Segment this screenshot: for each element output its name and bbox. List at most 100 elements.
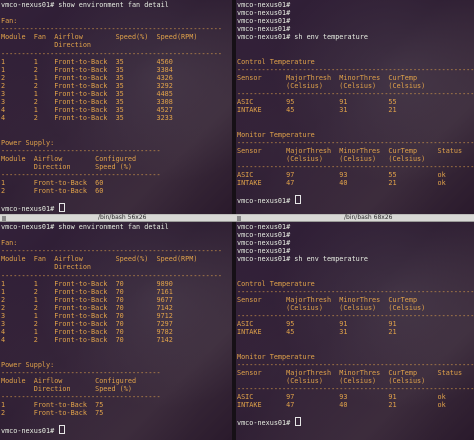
terminal-line: 1 1 Front-to-Back 35 4560 [1,57,173,66]
terminal-line: ----------------------------------------… [1,25,222,34]
terminal-line: (Celsius) (Celsius) (Celsius) [237,303,426,312]
terminal-line: Module Airflow Configured [1,154,137,163]
terminal-output: vmco-nexus01# vmco-nexus01# vmco-nexus01# v… [237,1,474,214]
terminal-line: 3 1 Front-to-Back 35 4485 [1,90,173,99]
terminal-line: vmco-nexus01# [1,425,232,435]
terminal-line: 1 2 Front-to-Back 35 3384 [1,65,173,74]
terminal-line: vmco-nexus01# show environment fan detai… [1,223,169,231]
terminal-line: Direction Speed (%) [1,384,132,393]
terminal-cursor [295,195,302,205]
terminal-pane-top-right[interactable]: vmco-nexus01# vmco-nexus01# vmco-nexus01# v… [236,0,474,214]
terminal-line: vmco-nexus01# [237,231,291,240]
terminal-pane-bottom-right[interactable]: vmco-nexus01# vmco-nexus01# vmco-nexus01# v… [236,222,474,440]
terminal-line: 4 2 Front-to-Back 35 3233 [1,114,173,123]
terminal-line: 4 2 Front-to-Back 70 7142 [1,336,173,345]
terminal-line: vmco-nexus01# sh env temperature [237,33,368,42]
terminal-line: ----------------------------------------… [237,162,474,171]
terminal-line: --------------------------------------- [1,146,161,155]
terminal-line: vmco-nexus01# sh env temperature [237,255,368,264]
terminal-line: 2 1 Front-to-Back 35 4326 [1,73,173,82]
terminal-line: ----------------------------------------… [237,65,474,74]
terminal-line: (Celsius) (Celsius) (Celsius) [237,376,426,385]
pane-title-bar[interactable]: /bin/bash 56x26 /bin/bash 68x26 [0,214,474,222]
terminal-line: ----------------------------------------… [237,360,474,369]
terminal-line: Sensor MajorThresh MinorThres CurTemp St… [237,368,463,377]
terminal-line: 1 1 Front-to-Back 70 9890 [1,279,173,288]
terminal-line: vmco-nexus01# [237,1,291,9]
terminal-line: Power Supply: [1,360,55,369]
terminal-cursor [59,425,66,435]
terminal-line: ----------------------------------------… [237,90,474,99]
terminal-line: 2 2 Front-to-Back 35 3292 [1,81,173,90]
terminal-line: ----------------------------------------… [1,49,222,58]
terminal-line: 2 Front-to-Back 60 [1,187,104,196]
terminal-line: vmco-nexus01# [237,17,291,26]
terminal-line: Sensor MajorThresh MinorThres CurTemp St… [237,146,463,155]
terminal-output: vmco-nexus01# vmco-nexus01# vmco-nexus01# v… [237,223,474,440]
terminal-line: Fan: [1,17,18,26]
terminal-cursor [295,417,302,427]
terminal-output: vmco-nexus01# show environment fan detai… [1,1,232,214]
terminal-line: vmco-nexus01# [237,25,291,34]
terminal-line: 3 2 Front-to-Back 70 7297 [1,320,173,329]
terminal-line: 1 2 Front-to-Back 70 7161 [1,287,173,296]
terminal-line: Monitor Temperature [237,130,315,139]
terminal-line: INTAKE 45 31 21 [237,106,397,115]
terminal-line: 4 1 Front-to-Back 35 4527 [1,106,173,115]
terminal-line: ----------------------------------------… [1,247,222,256]
terminal-line: 3 2 Front-to-Back 35 3308 [1,98,173,107]
terminal-line: 3 1 Front-to-Back 70 9712 [1,312,173,321]
terminal-line: Monitor Temperature [237,352,315,361]
terminal-line: 4 1 Front-to-Back 70 9782 [1,328,173,337]
terminal-line: Power Supply: [1,138,55,147]
terminal-line: vmco-nexus01# [237,195,474,205]
terminal-output: vmco-nexus01# show environment fan detai… [1,223,232,440]
terminal-line: 2 1 Front-to-Back 70 9677 [1,295,173,304]
terminal-line: vmco-nexus01# [237,417,474,427]
terminal-line: (Celsius) (Celsius) (Celsius) [237,81,426,90]
terminal-line: ----------------------------------------… [1,271,222,280]
pane-grip-icon[interactable] [2,216,6,221]
terminal-line: ASIC 95 91 55 [237,98,397,107]
terminal-line: INTAKE 45 31 21 [237,328,397,337]
terminal-pane-top-left[interactable]: vmco-nexus01# show environment fan detai… [0,0,232,214]
terminal-line: Module Fan Airflow Speed(%) Speed(RPM) [1,33,198,42]
terminal-line: ----------------------------------------… [237,287,474,296]
terminal-line: vmco-nexus01# [237,239,291,248]
terminal-line: ----------------------------------------… [237,384,474,393]
terminal-line: ASIC 97 93 91 ok [237,392,446,401]
terminal-line: Sensor MajorThresh MinorThres CurTemp [237,73,418,82]
terminal-line: ----------------------------------------… [237,138,474,147]
terminal-line: Module Fan Airflow Speed(%) Speed(RPM) [1,255,198,264]
terminal-line: (Celsius) (Celsius) (Celsius) [237,154,426,163]
terminal-line: Direction Speed (%) [1,162,132,171]
pane-grip-icon[interactable] [237,216,241,221]
terminal-line: 1 Front-to-Back 75 [1,401,104,410]
pane-title-left: /bin/bash 56x26 [98,214,147,221]
terminal-line: 2 Front-to-Back 75 [1,409,104,418]
terminal-pane-bottom-left[interactable]: vmco-nexus01# show environment fan detai… [0,222,232,440]
terminal-line: vmco-nexus01# [1,203,232,213]
terminal-line: --------------------------------------- [1,392,161,401]
terminal-line: INTAKE 47 40 21 ok [237,179,446,188]
terminal-line: Control Temperature [237,57,315,66]
terminal-line: ASIC 95 91 91 [237,320,397,329]
terminal-line: 2 2 Front-to-Back 70 7142 [1,303,173,312]
